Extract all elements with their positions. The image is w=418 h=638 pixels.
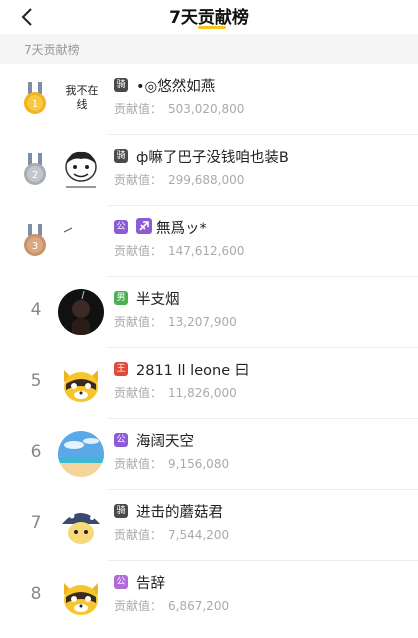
contribution-value: 贡献值： 11,826,000: [114, 384, 237, 401]
user-name: 半支烟: [136, 292, 180, 308]
avatar[interactable]: [58, 289, 104, 335]
avatar[interactable]: [58, 502, 104, 548]
green-badge-icon: 男: [114, 291, 128, 305]
knight-badge-icon: 骑: [114, 149, 128, 163]
title-underline: [198, 26, 226, 29]
raccoon-mascot-avatar-icon: [58, 360, 104, 406]
ranking-row-1[interactable]: 1 我不在线 骑 •◎悠然如燕 贡献值： 503,020,800: [0, 64, 418, 135]
avatar[interactable]: [58, 147, 104, 193]
contribution-number: 147,612,600: [168, 244, 245, 258]
raccoon-mascot-avatar-icon: [58, 573, 104, 619]
ranking-row-8[interactable]: 8 公 告辞 贡献值： 6,867,200: [0, 561, 418, 625]
ranking-row-2[interactable]: 2 骑 ф嘛了巴子没钱咱也装B 贡献值： 299,688,000: [0, 135, 418, 206]
svg-text:3: 3: [32, 241, 38, 252]
silver-medal-icon: 2: [24, 153, 46, 185]
contribution-number: 299,688,000: [168, 173, 245, 187]
meme-face-avatar-icon: [58, 147, 104, 193]
ranking-row-4[interactable]: 4 男 半支烟 贡献值： 13,207,900: [0, 277, 418, 348]
ranking-row-7[interactable]: 7 骑 进击的蘑菇君 贡献值： 7,544,200: [0, 490, 418, 561]
sagittarius-icon: [136, 218, 152, 234]
avatar-placeholder-text: 我不在线: [65, 84, 99, 111]
avatar[interactable]: [58, 431, 104, 477]
rank-number: 4: [30, 300, 42, 320]
contribution-value: 贡献值： 147,612,600: [114, 242, 244, 259]
user-name: •◎悠然如燕: [136, 79, 216, 95]
duke-badge-icon: 公: [114, 220, 128, 234]
dark-photo-avatar-icon: [58, 289, 104, 335]
duke-badge-icon: 公: [114, 575, 128, 589]
contribution-number: 503,020,800: [168, 102, 245, 116]
ranking-row-5[interactable]: 5 王 2811 ll leone 曰 贡献值： 11,826,000: [0, 348, 418, 419]
avatar[interactable]: [58, 360, 104, 406]
king-badge-icon: 王: [114, 362, 128, 376]
section-header: 7天贡献榜: [0, 34, 418, 64]
user-name: 进击的蘑菇君: [136, 505, 223, 521]
contribution-value: 贡献值： 6,867,200: [114, 597, 229, 614]
svg-text:2: 2: [32, 170, 38, 181]
rank-number: 6: [30, 442, 42, 462]
contribution-label: 贡献值：: [114, 244, 163, 258]
knight-badge-icon: 骑: [114, 78, 128, 92]
contribution-value: 贡献值： 13,207,900: [114, 313, 237, 330]
mushroom-avatar-icon: [58, 502, 104, 548]
ranking-list: 1 我不在线 骑 •◎悠然如燕 贡献值： 503,020,800 2 骑 ф嘛了…: [0, 64, 418, 638]
contribution-number: 9,156,080: [168, 457, 230, 471]
ranking-row-3[interactable]: 3 公 無爲ッ* 贡献值： 147,612,600: [0, 206, 418, 277]
contribution-value: 贡献值： 299,688,000: [114, 171, 244, 188]
bronze-medal-icon: 3: [24, 224, 46, 256]
user-name: 無爲ッ*: [156, 221, 207, 237]
rank-number: 5: [30, 371, 42, 391]
contribution-number: 6,867,200: [168, 599, 230, 613]
contribution-label: 贡献值：: [114, 599, 163, 613]
contribution-label: 贡献值：: [114, 457, 163, 471]
blank-avatar-icon: [58, 218, 104, 264]
contribution-number: 13,207,900: [168, 315, 237, 329]
section-label: 7天贡献榜: [24, 43, 80, 57]
duke-badge-icon: 公: [114, 433, 128, 447]
contribution-value: 贡献值： 503,020,800: [114, 100, 244, 117]
avatar[interactable]: [58, 573, 104, 619]
rank-number: 7: [30, 513, 42, 533]
rank-number: 8: [30, 584, 42, 604]
contribution-value: 贡献值： 7,544,200: [114, 526, 229, 543]
avatar[interactable]: [58, 218, 104, 264]
top-bar: 7天贡献榜: [0, 0, 418, 34]
user-name: 告辞: [136, 576, 165, 592]
contribution-value: 贡献值： 9,156,080: [114, 455, 229, 472]
beach-sky-avatar-icon: [58, 431, 104, 477]
contribution-label: 贡献值：: [114, 173, 163, 187]
contribution-number: 11,826,000: [168, 386, 237, 400]
page-title: 7天贡献榜: [169, 8, 249, 28]
ranking-row-6[interactable]: 6 公 海阔天空 贡献值： 9,156,080: [0, 419, 418, 490]
contribution-label: 贡献值：: [114, 386, 163, 400]
contribution-number: 7,544,200: [168, 528, 230, 542]
user-name: 2811 ll leone 曰: [136, 363, 250, 379]
contribution-label: 贡献值：: [114, 315, 163, 329]
gold-medal-icon: 1: [24, 82, 46, 114]
user-name: 海阔天空: [136, 434, 194, 450]
knight-badge-icon: 骑: [114, 504, 128, 518]
contribution-label: 贡献值：: [114, 528, 163, 542]
contribution-label: 贡献值：: [114, 102, 163, 116]
user-name: ф嘛了巴子没钱咱也装B: [136, 150, 289, 166]
svg-text:1: 1: [32, 99, 38, 110]
